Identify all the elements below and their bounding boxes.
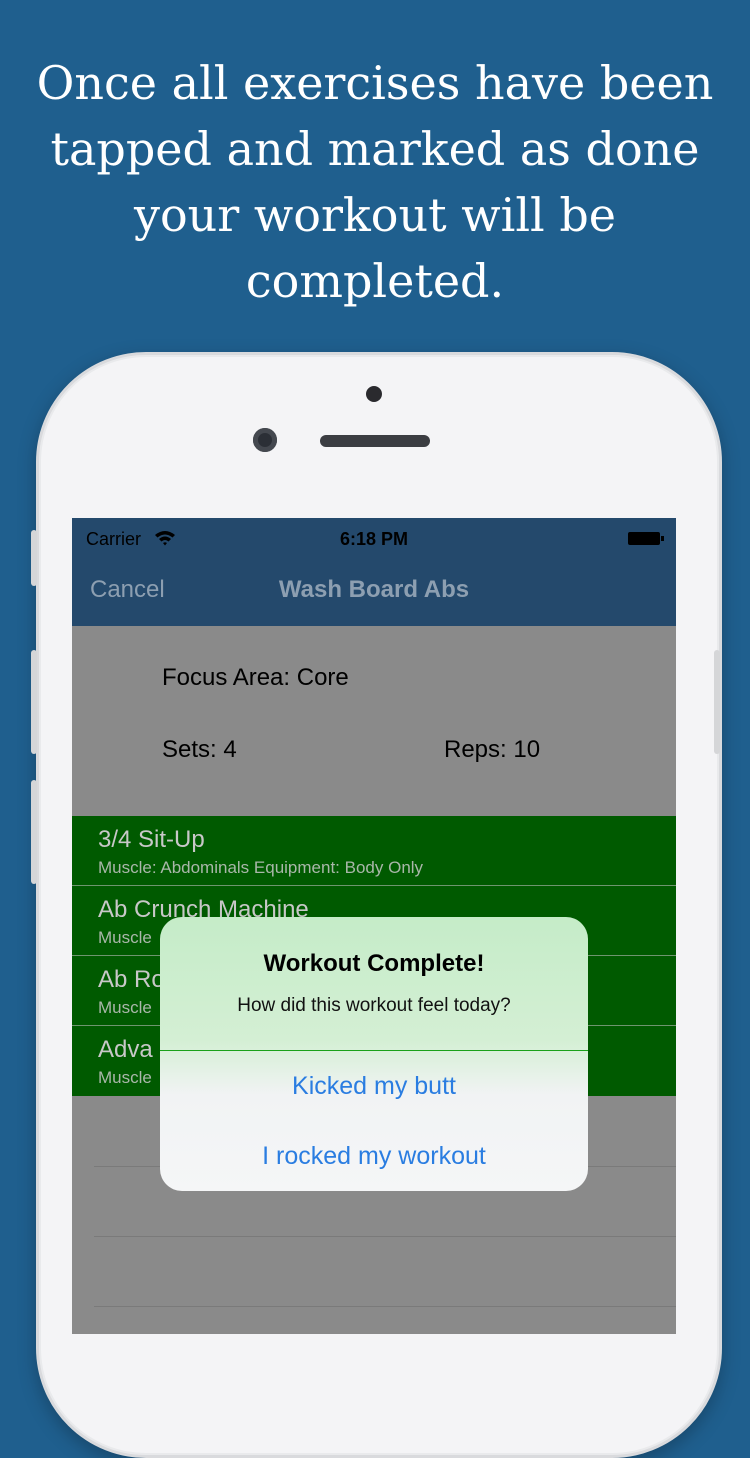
phone-sensor-icon xyxy=(366,386,382,402)
rocked-my-workout-button[interactable]: I rocked my workout xyxy=(160,1121,588,1191)
exercise-detail: Muscle: Abdominals Equipment: Body Only xyxy=(98,858,424,877)
phone-mute-switch xyxy=(31,530,37,586)
workout-info-panel: Focus Area: Core Sets: 4 Reps: 10 xyxy=(72,626,676,816)
headline: Once all exercises have been tapped and … xyxy=(30,50,720,314)
focus-area-label: Focus Area: Core xyxy=(162,664,349,691)
sets-label: Sets: 4 xyxy=(162,736,237,763)
exercise-detail: Muscle xyxy=(98,928,152,947)
phone-screen: Carrier 6:18 PM Cancel Wash Board Abs Fo… xyxy=(72,518,676,1334)
headline-line-3: your workout will be xyxy=(133,188,617,242)
kicked-my-butt-button[interactable]: Kicked my butt xyxy=(160,1051,588,1121)
exercise-detail: Muscle xyxy=(98,1068,152,1087)
exercise-row[interactable]: 3/4 Sit-Up Muscle: Abdominals Equipment:… xyxy=(72,816,676,886)
front-camera-icon xyxy=(253,428,277,452)
alert-message: How did this workout feel today? xyxy=(237,995,511,1016)
headline-line-2: tapped and marked as done xyxy=(50,122,700,176)
row-separator xyxy=(94,1236,676,1237)
exercise-name: Ab Ro xyxy=(98,966,165,993)
status-time: 6:18 PM xyxy=(339,529,409,549)
phone-volume-down xyxy=(31,780,37,884)
reps-label: Reps: 10 xyxy=(444,736,541,763)
exercise-detail: Muscle xyxy=(98,998,152,1017)
row-separator xyxy=(94,1306,676,1307)
exercise-name: Adva xyxy=(98,1036,153,1063)
navigation-bar: Cancel Wash Board Abs xyxy=(72,558,676,626)
workout-complete-alert: Workout Complete! How did this workout f… xyxy=(160,917,588,1191)
headline-line-1: Once all exercises have been xyxy=(36,56,714,110)
earpiece-speaker xyxy=(320,435,430,447)
phone-volume-up xyxy=(31,650,37,754)
exercise-name: 3/4 Sit-Up xyxy=(98,826,205,853)
battery-icon xyxy=(628,532,664,545)
alert-title: Workout Complete! xyxy=(263,950,485,977)
phone-power-button xyxy=(714,650,720,754)
headline-line-4: completed. xyxy=(245,254,505,308)
nav-title: Wash Board Abs xyxy=(278,576,470,603)
status-bar: Carrier 6:18 PM xyxy=(72,518,676,558)
